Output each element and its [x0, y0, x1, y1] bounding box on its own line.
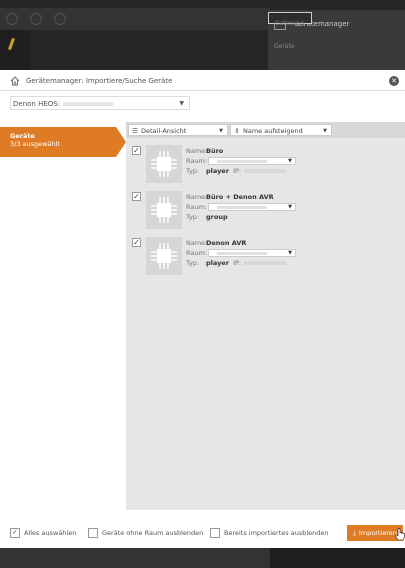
room-label: Raum: [186, 157, 207, 165]
tab-arrow [116, 127, 126, 157]
download-icon: ⤓ [353, 529, 356, 537]
chevron-down-icon: ▼ [288, 204, 292, 210]
device-checkbox[interactable]: ✓ [132, 238, 141, 247]
device-type: group [206, 213, 228, 221]
hide-no-room-option[interactable]: Geräte ohne Raum ausblenden [88, 528, 203, 538]
view-select[interactable]: ☰ Detail-Ansicht ▼ [128, 124, 228, 136]
room-label: Raum: [186, 203, 207, 211]
chevron-down-icon: ▼ [288, 158, 292, 164]
close-icon[interactable]: ✕ [389, 76, 399, 86]
chip-icon [146, 145, 182, 183]
name-label: Name: [186, 193, 208, 201]
list-icon: ☰ [132, 127, 138, 135]
device-checkbox[interactable]: ✓ [132, 146, 141, 155]
device-fields: Name:Büro Raum: ▼ Typ: player IP: [186, 146, 296, 176]
hide-no-room-label: Geräte ohne Raum ausblenden [102, 529, 204, 537]
background-sidebar [0, 30, 30, 70]
divider [0, 90, 405, 91]
dialog-header: Gerätemanager: Importiere/Suche Geräte [10, 76, 172, 86]
chip-icon [146, 191, 182, 229]
name-label: Name: [186, 147, 208, 155]
chevron-down-icon: ▼ [288, 250, 292, 256]
device-name: Büro + Denon AVR [206, 193, 274, 201]
redacted-value [217, 252, 267, 255]
select-all-label: Alles auswählen [24, 529, 77, 537]
device-name: Denon AVR [206, 239, 247, 247]
redacted-ip [244, 261, 287, 265]
tab-selection-count: 3/3 ausgewählt [10, 140, 60, 148]
view-select-value: Detail-Ansicht [141, 127, 187, 135]
type-label: Typ: [186, 213, 200, 221]
background-bottom [0, 548, 405, 568]
source-select-value: Denon HEOS: [13, 100, 61, 108]
import-dialog: Gerätemanager: Importiere/Suche Geräte ✕… [0, 70, 405, 548]
tab-label: Geräte [10, 132, 35, 140]
background-tab-geraete: Geräte [274, 43, 295, 50]
background-tab-gateways: Gateways [268, 12, 312, 27]
device-type: player [206, 259, 229, 267]
home-icon [10, 76, 20, 86]
tab-geraete[interactable]: Geräte 3/3 ausgewählt [0, 127, 116, 157]
device-item: ✓ Name:Büro + Denon AVR Raum: ▼ Typ: grou… [130, 190, 404, 230]
chip-icon [146, 237, 182, 275]
chevron-down-icon: ▼ [179, 100, 184, 107]
ip-label: IP: [233, 167, 242, 175]
name-label: Name: [186, 239, 208, 247]
source-select[interactable]: Denon HEOS: ▼ [10, 96, 190, 110]
hide-imported-checkbox[interactable] [210, 528, 220, 538]
dialog-footer: ✓ Alles auswählen Geräte ohne Raum ausble… [0, 520, 405, 548]
redacted-value [217, 160, 267, 163]
chevron-down-icon: ▼ [323, 128, 327, 134]
device-item: ✓ Name:Denon AVR Raum: ▼ Typ: player IP: [130, 236, 404, 276]
import-button-label: Importieren [358, 529, 397, 537]
sort-select-value: Name aufsteigend [243, 127, 303, 135]
hide-imported-label: Bereits importiertes ausblenden [224, 529, 329, 537]
list-toolbar: ☰ Detail-Ansicht ▼ ⇕ Name aufsteigend ▼ [126, 122, 405, 138]
type-label: Typ: [186, 167, 200, 175]
room-select[interactable]: ▼ [208, 249, 296, 257]
device-fields: Name:Büro + Denon AVR Raum: ▼ Typ: group [186, 192, 296, 222]
device-type: player [206, 167, 229, 175]
hide-imported-option[interactable]: Bereits importiertes ausblenden [210, 528, 329, 538]
room-select[interactable]: ▼ [208, 157, 296, 165]
type-label: Typ: [186, 259, 200, 267]
redacted-ip [244, 169, 287, 173]
room-label: Raum: [186, 249, 207, 257]
ip-label: IP: [233, 259, 242, 267]
room-select[interactable]: ▼ [208, 203, 296, 211]
hand-cursor-icon [395, 528, 405, 541]
background-device-manager-panel: Gerätemanager Geräte Gateways [268, 10, 405, 70]
device-name: Büro [206, 147, 224, 155]
device-item: ✓ Name:Büro Raum: ▼ Typ: player IP: [130, 144, 404, 184]
device-checkbox[interactable]: ✓ [132, 192, 141, 201]
dialog-title: Gerätemanager: Importiere/Suche Geräte [26, 77, 173, 85]
sort-select[interactable]: ⇕ Name aufsteigend ▼ [230, 124, 332, 136]
sort-icon: ⇕ [234, 127, 240, 135]
select-all-option[interactable]: ✓ Alles auswählen [10, 528, 76, 538]
hide-no-room-checkbox[interactable] [88, 528, 98, 538]
redacted-value [217, 206, 267, 209]
chevron-down-icon: ▼ [219, 128, 223, 134]
redacted-value [63, 102, 114, 106]
background-toolbar [0, 8, 270, 30]
device-fields: Name:Denon AVR Raum: ▼ Typ: player IP: [186, 238, 296, 268]
select-all-checkbox[interactable]: ✓ [10, 528, 20, 538]
device-list-panel: ☰ Detail-Ansicht ▼ ⇕ Name aufsteigend ▼ ✓ [126, 122, 405, 510]
